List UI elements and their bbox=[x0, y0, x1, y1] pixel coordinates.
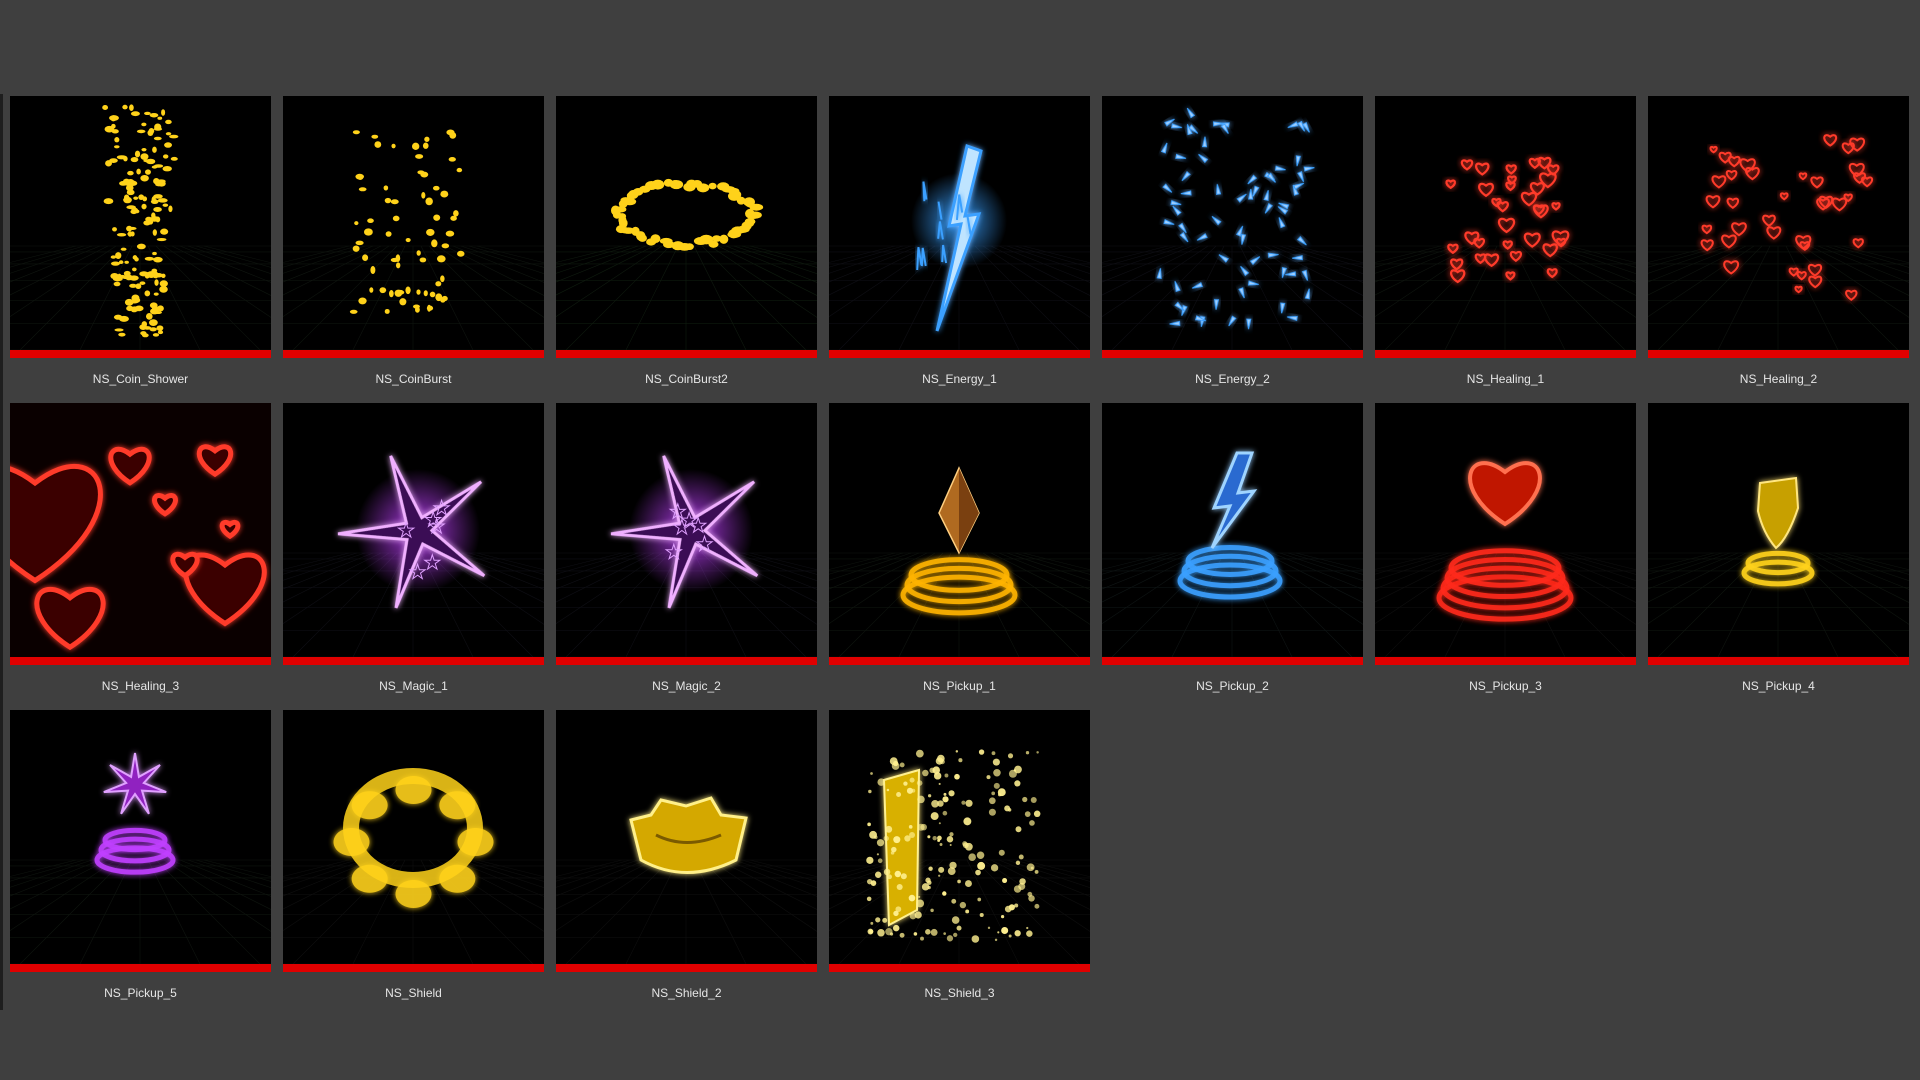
shield-ring-effect-icon bbox=[283, 710, 544, 964]
asset-type-color-bar bbox=[10, 350, 271, 358]
asset-thumbnail bbox=[283, 403, 544, 657]
asset-tile[interactable]: NS_Pickup_5 bbox=[10, 710, 271, 1000]
coin-ring-effect-icon bbox=[556, 96, 817, 350]
asset-thumbnail bbox=[556, 403, 817, 657]
asset-thumbnail bbox=[829, 710, 1090, 964]
asset-name-label: NS_Pickup_1 bbox=[923, 679, 996, 693]
coin-shower-effect-icon bbox=[10, 96, 271, 350]
asset-grid: NS_Coin_Shower NS_CoinBurst NS_CoinBurst2 N… bbox=[10, 96, 1909, 1000]
asset-thumbnail bbox=[1375, 403, 1636, 657]
asset-name-label: NS_Pickup_5 bbox=[104, 986, 177, 1000]
asset-type-color-bar bbox=[283, 350, 544, 358]
asset-name-label: NS_Pickup_4 bbox=[1742, 679, 1815, 693]
coin-burst-effect-icon bbox=[283, 96, 544, 350]
asset-name-label: NS_Healing_1 bbox=[1466, 372, 1545, 386]
asset-grid-panel[interactable]: NS_Coin_Shower NS_CoinBurst NS_CoinBurst2 N… bbox=[3, 94, 1909, 1010]
asset-tile[interactable]: NS_CoinBurst bbox=[283, 96, 544, 386]
asset-type-color-bar bbox=[1102, 350, 1363, 358]
asset-name-label: NS_Healing_2 bbox=[1739, 372, 1818, 386]
asset-tile[interactable]: NS_Energy_1 bbox=[829, 96, 1090, 386]
heart-pickup-effect-icon bbox=[1375, 403, 1636, 657]
asset-thumbnail bbox=[1102, 403, 1363, 657]
asset-type-color-bar bbox=[829, 657, 1090, 665]
hearts-cluster-effect-icon bbox=[1375, 96, 1636, 350]
asset-tile[interactable]: NS_Healing_3 bbox=[10, 403, 271, 693]
shield-sparkle-effect-icon bbox=[829, 710, 1090, 964]
asset-tile[interactable]: NS_Healing_1 bbox=[1375, 96, 1636, 386]
hearts-closeup-effect-icon bbox=[10, 403, 271, 657]
asset-tile[interactable]: NS_Magic_1 bbox=[283, 403, 544, 693]
asset-tile[interactable]: NS_Coin_Shower bbox=[10, 96, 271, 386]
asset-thumbnail bbox=[1375, 96, 1636, 350]
asset-type-color-bar bbox=[1375, 350, 1636, 358]
asset-name-label: NS_Coin_Shower bbox=[92, 372, 189, 386]
asset-type-color-bar bbox=[556, 657, 817, 665]
asset-name-label: NS_Energy_2 bbox=[1195, 372, 1270, 386]
asset-thumbnail bbox=[283, 710, 544, 964]
shield-crown-effect-icon bbox=[556, 710, 817, 964]
asset-tile[interactable]: NS_Pickup_4 bbox=[1648, 403, 1909, 693]
diamond-pickup-effect-icon bbox=[829, 403, 1090, 657]
hearts-spread-effect-icon bbox=[1648, 96, 1909, 350]
asset-name-label: NS_Magic_1 bbox=[379, 679, 448, 693]
asset-thumbnail bbox=[283, 96, 544, 350]
asset-name-label: NS_Magic_2 bbox=[652, 679, 721, 693]
asset-tile[interactable]: NS_Pickup_1 bbox=[829, 403, 1090, 693]
asset-type-color-bar bbox=[1375, 657, 1636, 665]
asset-type-color-bar bbox=[556, 350, 817, 358]
shield-pickup-effect-icon bbox=[1648, 403, 1909, 657]
asset-type-color-bar bbox=[283, 964, 544, 972]
asset-type-color-bar bbox=[1648, 657, 1909, 665]
asset-tile[interactable]: NS_Shield_2 bbox=[556, 710, 817, 1000]
asset-name-label: NS_Pickup_2 bbox=[1196, 679, 1269, 693]
asset-type-color-bar bbox=[10, 964, 271, 972]
asset-thumbnail bbox=[556, 710, 817, 964]
asset-thumbnail bbox=[10, 403, 271, 657]
asset-type-color-bar bbox=[283, 657, 544, 665]
asset-tile[interactable]: NS_Energy_2 bbox=[1102, 96, 1363, 386]
bottom-status-area bbox=[0, 1010, 1920, 1080]
asset-thumbnail bbox=[556, 96, 817, 350]
asset-tile[interactable]: NS_Magic_2 bbox=[556, 403, 817, 693]
asset-name-label: NS_Shield bbox=[385, 986, 442, 1000]
asset-thumbnail bbox=[1102, 96, 1363, 350]
magic-star-orb-effect-icon bbox=[556, 403, 817, 657]
asset-name-label: NS_Healing_3 bbox=[101, 679, 180, 693]
asset-type-color-bar bbox=[556, 964, 817, 972]
asset-type-color-bar bbox=[829, 350, 1090, 358]
energy-bolt-effect-icon bbox=[829, 96, 1090, 350]
asset-tile[interactable]: NS_Shield bbox=[283, 710, 544, 1000]
asset-type-color-bar bbox=[1648, 350, 1909, 358]
magic-star-orb-effect-icon bbox=[283, 403, 544, 657]
asset-type-color-bar bbox=[829, 964, 1090, 972]
asset-name-label: NS_Pickup_3 bbox=[1469, 679, 1542, 693]
asset-thumbnail bbox=[10, 710, 271, 964]
asset-thumbnail bbox=[1648, 96, 1909, 350]
asset-name-label: NS_CoinBurst bbox=[375, 372, 452, 386]
asset-type-color-bar bbox=[1102, 657, 1363, 665]
star-pickup-effect-icon bbox=[10, 710, 271, 964]
asset-name-label: NS_Shield_3 bbox=[924, 986, 995, 1000]
energy-shards-effect-icon bbox=[1102, 96, 1363, 350]
asset-tile[interactable]: NS_Pickup_2 bbox=[1102, 403, 1363, 693]
asset-tile[interactable]: NS_Healing_2 bbox=[1648, 96, 1909, 386]
asset-tile[interactable]: NS_CoinBurst2 bbox=[556, 96, 817, 386]
asset-name-label: NS_Energy_1 bbox=[922, 372, 997, 386]
asset-thumbnail bbox=[10, 96, 271, 350]
content-browser: NS_Coin_Shower NS_CoinBurst NS_CoinBurst2 N… bbox=[0, 0, 1920, 1080]
asset-type-color-bar bbox=[10, 657, 271, 665]
asset-tile[interactable]: NS_Pickup_3 bbox=[1375, 403, 1636, 693]
asset-thumbnail bbox=[829, 403, 1090, 657]
asset-thumbnail bbox=[829, 96, 1090, 350]
top-toolbar-area bbox=[0, 0, 1920, 94]
asset-tile[interactable]: NS_Shield_3 bbox=[829, 710, 1090, 1000]
asset-name-label: NS_Shield_2 bbox=[651, 986, 722, 1000]
asset-thumbnail bbox=[1648, 403, 1909, 657]
asset-name-label: NS_CoinBurst2 bbox=[645, 372, 728, 386]
lightning-pickup-effect-icon bbox=[1102, 403, 1363, 657]
